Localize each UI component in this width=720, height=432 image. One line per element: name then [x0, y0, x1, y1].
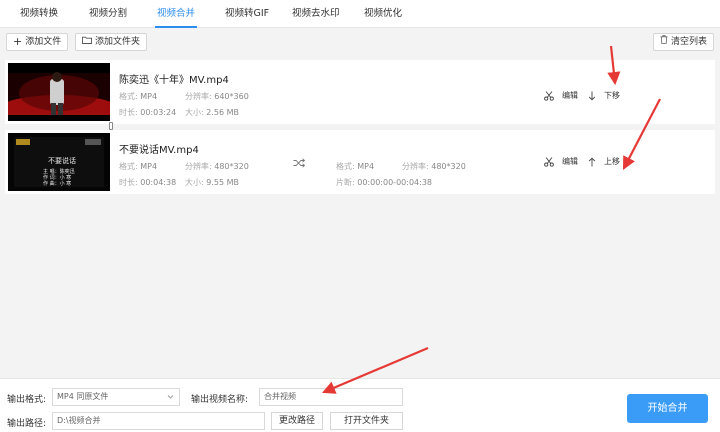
chevron-down-icon	[167, 389, 174, 411]
output-format-value: MP4 同原文件	[57, 392, 109, 401]
duration-info: 时长: 00:04:38	[119, 178, 177, 187]
shuffle-icon	[293, 158, 306, 171]
tab-bar: 视频转换 视频分割 视频合并 视频转GIF 视频去水印 视频优化	[0, 0, 720, 28]
tab-video-merge[interactable]: 视频合并	[154, 0, 198, 28]
clear-list-label: 清空列表	[671, 37, 708, 47]
toolbar: + 添加文件 添加文件夹 清空列表	[0, 30, 720, 54]
folder-icon	[82, 34, 92, 50]
scissors-icon	[544, 156, 554, 167]
trash-icon	[660, 34, 668, 50]
change-path-button[interactable]: 更改路径	[271, 412, 323, 430]
format-info: 格式: MP4	[119, 92, 158, 101]
thumb-title: 不要说话	[48, 156, 76, 165]
start-merge-button[interactable]: 开始合并	[627, 394, 708, 423]
move-up-label: 上移	[604, 157, 620, 166]
thumb-credit-2: 作 词：小 寒	[43, 174, 71, 181]
segment-info: 片断: 00:00:00-00:04:38	[336, 178, 432, 187]
duration-info: 时长: 00:03:24	[119, 108, 177, 117]
size-info: 大小: 9.55 MB	[185, 178, 239, 187]
size-info: 大小: 2.56 MB	[185, 108, 239, 117]
add-folder-button[interactable]: 添加文件夹	[75, 33, 148, 51]
clear-list-button[interactable]: 清空列表	[653, 33, 715, 51]
move-up-button[interactable]: 上移	[588, 156, 620, 167]
edit-button[interactable]: 编辑	[544, 90, 578, 101]
file-row[interactable]: 陈奕迅《十年》MV.mp4 格式: MP4 分辨率: 640*360 时长: 0…	[5, 60, 715, 124]
add-file-label: 添加文件	[25, 37, 62, 47]
output-name-value: 合并视频	[264, 392, 296, 401]
output-name-input[interactable]: 合并视频	[259, 388, 403, 406]
tab-remove-watermark[interactable]: 视频去水印	[292, 0, 340, 28]
file-list: 陈奕迅《十年》MV.mp4 格式: MP4 分辨率: 640*360 时长: 0…	[0, 56, 720, 378]
resolution-info: 分辨率: 640*360	[185, 92, 249, 101]
move-down-button[interactable]: 下移	[588, 90, 620, 101]
tab-video-optimize[interactable]: 视频优化	[364, 0, 402, 28]
row-connector	[109, 122, 113, 130]
file-name: 不要说话MV.mp4	[119, 145, 199, 156]
add-folder-label: 添加文件夹	[95, 37, 141, 47]
output-format-info: 格式: MP4	[336, 162, 375, 171]
tab-video-split[interactable]: 视频分割	[89, 0, 127, 28]
output-name-label: 输出视频名称:	[191, 395, 249, 405]
video-thumbnail	[8, 63, 110, 121]
output-resolution-info: 分辨率: 480*320	[402, 162, 466, 171]
move-down-label: 下移	[604, 91, 620, 100]
output-format-label: 输出格式:	[7, 395, 47, 405]
thumb-credit-1: 主 唱：陈奕迅	[43, 168, 75, 175]
arrow-up-icon	[588, 157, 596, 167]
edit-label: 编辑	[562, 91, 578, 100]
thumb-credit-3: 作 曲：小 寒	[43, 180, 71, 187]
edit-button[interactable]: 编辑	[544, 156, 578, 167]
output-path-value: D:\视频合并	[57, 416, 101, 425]
scissors-icon	[544, 90, 554, 101]
file-row[interactable]: 不要说话 主 唱：陈奕迅 作 词：小 寒 作 曲：小 寒 不要说话MV.mp4 …	[5, 130, 715, 194]
video-thumbnail: 不要说话 主 唱：陈奕迅 作 词：小 寒 作 曲：小 寒	[8, 133, 110, 191]
format-info: 格式: MP4	[119, 162, 158, 171]
file-name: 陈奕迅《十年》MV.mp4	[119, 75, 229, 86]
plus-icon: +	[13, 35, 23, 48]
arrow-down-icon	[588, 91, 596, 101]
output-path-input[interactable]: D:\视频合并	[52, 412, 265, 430]
output-path-label: 输出路径:	[7, 419, 47, 429]
tab-video-convert[interactable]: 视频转换	[20, 0, 58, 28]
add-file-button[interactable]: + 添加文件	[6, 33, 69, 51]
edit-label: 编辑	[562, 157, 578, 166]
output-format-select[interactable]: MP4 同原文件	[52, 388, 180, 406]
resolution-info: 分辨率: 480*320	[185, 162, 249, 171]
open-folder-button[interactable]: 打开文件夹	[330, 412, 403, 430]
tab-video-to-gif[interactable]: 视频转GIF	[225, 0, 269, 28]
